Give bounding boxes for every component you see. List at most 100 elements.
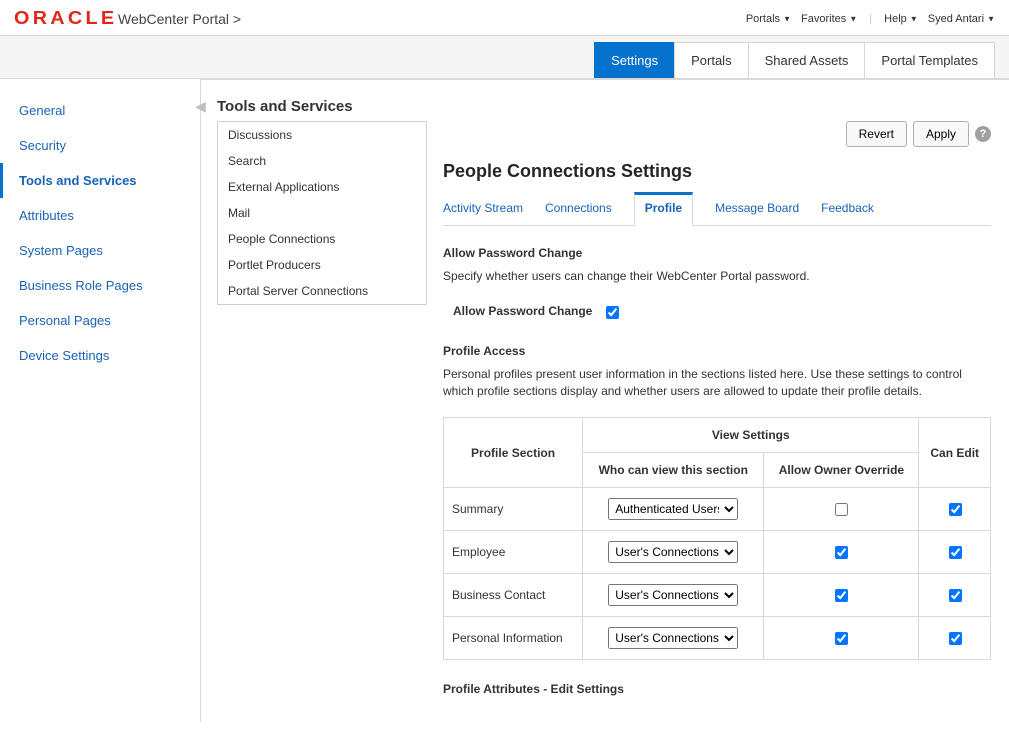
header-bar: ORACLE WebCenter Portal > Portals ▼ Favo…: [0, 0, 1009, 36]
menu-portals[interactable]: Portals ▼: [746, 13, 791, 25]
menu-portals-label: Portals: [746, 13, 780, 25]
cell-who: User's Connections: [583, 617, 764, 660]
pw-section-heading: Allow Password Change: [443, 246, 991, 260]
allow-override-checkbox[interactable]: [835, 632, 848, 645]
oracle-logo: ORACLE: [14, 8, 117, 29]
menu-favorites[interactable]: Favorites ▼: [801, 13, 857, 25]
nav-item-business-role-pages[interactable]: Business Role Pages: [0, 268, 200, 303]
chevron-down-icon: ▼: [987, 14, 995, 23]
who-can-view-select[interactable]: User's Connections: [608, 627, 738, 649]
panel-title: People Connections Settings: [443, 161, 991, 182]
cell-override: [764, 574, 919, 617]
can-edit-checkbox[interactable]: [949, 546, 962, 559]
cell-override: [764, 488, 919, 531]
table-row: Business Contact User's Connections: [444, 574, 991, 617]
attr-section-heading: Profile Attributes - Edit Settings: [443, 682, 991, 696]
inner-tab-row: Activity Stream Connections Profile Message…: [443, 192, 991, 226]
nav-item-tools-and-services[interactable]: Tools and Services: [0, 163, 200, 198]
nav-item-attributes[interactable]: Attributes: [0, 198, 200, 233]
pw-checkbox-row: Allow Password Change: [453, 303, 991, 322]
cell-section: Employee: [444, 531, 583, 574]
user-menu[interactable]: Syed Antari ▼: [928, 13, 995, 25]
inner-tab-feedback[interactable]: Feedback: [821, 192, 874, 226]
allow-password-change-checkbox[interactable]: [606, 306, 619, 319]
menu-help[interactable]: Help ▼: [884, 13, 918, 25]
allow-override-checkbox[interactable]: [835, 589, 848, 602]
service-discussions[interactable]: Discussions: [218, 122, 426, 148]
main-tab-portals[interactable]: Portals: [674, 42, 748, 78]
main-tab-shared-assets[interactable]: Shared Assets: [748, 42, 866, 78]
profile-access-table: Profile Section View Settings Can Edit W…: [443, 417, 991, 660]
cell-override: [764, 531, 919, 574]
table-row: Employee User's Connections: [444, 531, 991, 574]
allow-override-checkbox[interactable]: [835, 546, 848, 559]
who-can-view-select[interactable]: User's Connections: [608, 584, 738, 606]
col-view-settings: View Settings: [583, 418, 919, 453]
menu-help-label: Help: [884, 13, 907, 25]
col-can-edit: Can Edit: [919, 418, 991, 488]
main-layout: GeneralSecurityTools and ServicesAttribu…: [0, 79, 1009, 722]
nav-item-device-settings[interactable]: Device Settings: [0, 338, 200, 373]
cell-section: Business Contact: [444, 574, 583, 617]
cell-section: Personal Information: [444, 617, 583, 660]
cell-edit: [919, 531, 991, 574]
col-who-view: Who can view this section: [583, 453, 764, 488]
chevron-down-icon: ▼: [849, 14, 857, 23]
can-edit-checkbox[interactable]: [949, 632, 962, 645]
action-row: Revert Apply ?: [443, 121, 991, 147]
inner-tab-profile[interactable]: Profile: [634, 192, 693, 226]
table-row: Personal Information User's Connections: [444, 617, 991, 660]
inner-tab-message-board[interactable]: Message Board: [715, 192, 799, 226]
col-allow-override: Allow Owner Override: [764, 453, 919, 488]
service-portlet-producers[interactable]: Portlet Producers: [218, 252, 426, 278]
who-can-view-select[interactable]: Authenticated Users: [608, 498, 738, 520]
cell-edit: [919, 617, 991, 660]
cell-who: Authenticated Users: [583, 488, 764, 531]
menu-favorites-label: Favorites: [801, 13, 846, 25]
main-panel: Revert Apply ? People Connections Settin…: [443, 121, 991, 696]
access-section-desc: Personal profiles present user informati…: [443, 366, 991, 400]
revert-button[interactable]: Revert: [846, 121, 907, 147]
nav-item-general[interactable]: General: [0, 93, 200, 128]
cell-edit: [919, 488, 991, 531]
service-external-applications[interactable]: External Applications: [218, 174, 426, 200]
product-title[interactable]: WebCenter Portal >: [118, 11, 241, 27]
tools-title: Tools and Services: [217, 98, 991, 115]
divider: |: [867, 13, 874, 25]
content-panel: ◀ Tools and Services DiscussionsSearchEx…: [200, 79, 1009, 722]
cell-who: User's Connections: [583, 531, 764, 574]
cell-override: [764, 617, 919, 660]
service-people-connections[interactable]: People Connections: [218, 226, 426, 252]
main-tab-row: SettingsPortalsShared AssetsPortal Templ…: [0, 36, 1009, 79]
apply-button[interactable]: Apply: [913, 121, 969, 147]
can-edit-checkbox[interactable]: [949, 503, 962, 516]
nav-item-personal-pages[interactable]: Personal Pages: [0, 303, 200, 338]
cell-who: User's Connections: [583, 574, 764, 617]
cell-section: Summary: [444, 488, 583, 531]
pw-checkbox-label: Allow Password Change: [453, 304, 592, 318]
who-can-view-select[interactable]: User's Connections: [608, 541, 738, 563]
col-profile-section: Profile Section: [444, 418, 583, 488]
main-tab-settings[interactable]: Settings: [594, 42, 675, 78]
nav-item-system-pages[interactable]: System Pages: [0, 233, 200, 268]
main-tab-portal-templates[interactable]: Portal Templates: [864, 42, 995, 78]
access-section-heading: Profile Access: [443, 344, 991, 358]
service-portal-server-connections[interactable]: Portal Server Connections: [218, 278, 426, 304]
help-icon[interactable]: ?: [975, 126, 991, 142]
chevron-down-icon: ▼: [910, 14, 918, 23]
table-row: Summary Authenticated Users: [444, 488, 991, 531]
left-nav: GeneralSecurityTools and ServicesAttribu…: [0, 79, 200, 722]
service-mail[interactable]: Mail: [218, 200, 426, 226]
chevron-down-icon: ▼: [783, 14, 791, 23]
user-name-label: Syed Antari: [928, 13, 984, 25]
service-search[interactable]: Search: [218, 148, 426, 174]
pw-section-desc: Specify whether users can change their W…: [443, 268, 991, 285]
cell-edit: [919, 574, 991, 617]
collapse-icon[interactable]: ◀: [195, 98, 206, 115]
can-edit-checkbox[interactable]: [949, 589, 962, 602]
nav-item-security[interactable]: Security: [0, 128, 200, 163]
header-right-menus: Portals ▼ Favorites ▼ | Help ▼ Syed Anta…: [746, 13, 995, 25]
allow-override-checkbox[interactable]: [835, 503, 848, 516]
inner-tab-connections[interactable]: Connections: [545, 192, 612, 226]
inner-tab-activity-stream[interactable]: Activity Stream: [443, 192, 523, 226]
